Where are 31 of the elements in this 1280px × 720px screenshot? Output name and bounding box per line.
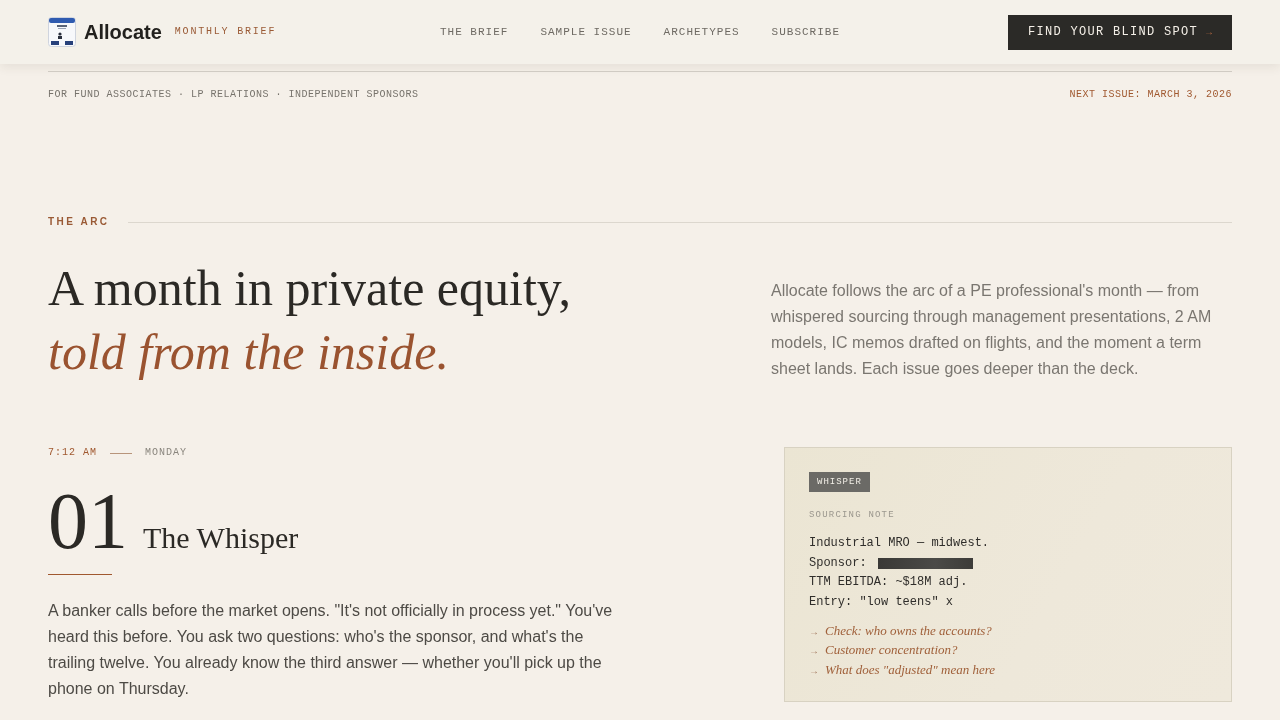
question-text: Customer concentration?: [825, 641, 958, 660]
arrow-icon: →: [809, 621, 819, 642]
question-text: What does "adjusted" mean here: [825, 660, 995, 679]
day-label: MONDAY: [145, 447, 188, 459]
section-eyebrow: THE ARC: [48, 216, 110, 228]
body-paragraph: A banker calls before the market opens. "It's not officially in process yet." You've heard this before. You ask two questions: who's the sponsor, and what's the trailing twelve. You already know the third answer — whether you'll pick up the phone on Thursday.: [48, 601, 614, 699]
note-line: Entry: "low teens" x: [809, 594, 954, 612]
next-issue-text: NEXT ISSUE: MARCH 3, 2026: [1069, 89, 1232, 101]
chapter-title: The Whisper: [143, 520, 299, 556]
category-tag: WHISPER: [809, 472, 870, 492]
cta-button[interactable]: FIND YOUR BLIND SPOT →: [1007, 14, 1232, 50]
nav-link[interactable]: SUBSCRIBE: [771, 25, 841, 39]
headline: A month in private equity, told from the inside.: [48, 259, 573, 382]
brand-name: Allocate: [84, 20, 162, 44]
time-label: 7:12 AM: [48, 447, 97, 459]
brand-tagline: MONTHLY BRIEF: [174, 26, 277, 38]
chapter-number: 01: [48, 481, 128, 561]
arrow-icon: →: [809, 641, 819, 661]
note-line: TTM EBITDA: ~$18M adj.: [809, 574, 968, 592]
audience-text: FOR FUND ASSOCIATES · LP RELATIONS · INDEPENDENT SPONSORS: [48, 89, 419, 101]
nav-link[interactable]: THE BRIEF: [439, 25, 509, 39]
nav-link[interactable]: SAMPLE ISSUE: [540, 25, 632, 39]
nav-link[interactable]: ARCHETYPES: [663, 25, 740, 39]
document-icon: [48, 17, 76, 47]
note-label: SOURCING NOTE: [809, 509, 896, 521]
note-line: Sponsor:: [809, 554, 867, 572]
arrow-icon: →: [809, 660, 819, 681]
question-text: Check: who owns the accounts?: [825, 621, 992, 640]
note-line: Industrial MRO — midwest.: [809, 535, 990, 552]
intro-paragraph: Allocate follows the arc of a PE professional's month — from whispered sourcing through management presentations, 2 AM models, IC memos drafted on flights, and the moment a term sheet lands. Each issue goes deeper than the deck.: [771, 281, 1213, 379]
arrow-icon: →: [1206, 26, 1212, 38]
